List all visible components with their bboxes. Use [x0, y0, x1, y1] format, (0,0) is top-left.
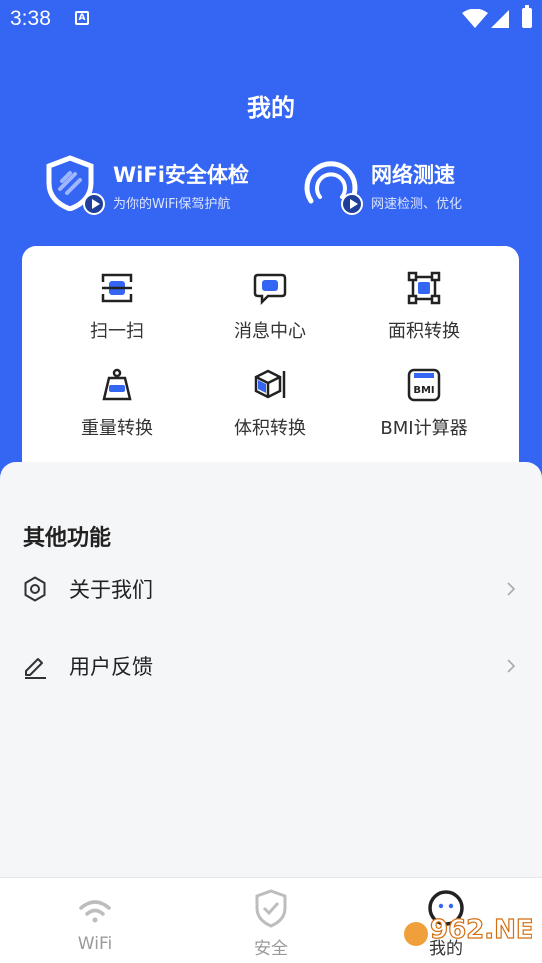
watermark-logo: 962.NET 乐游网 [404, 914, 532, 956]
about-us-label: 关于我们 [69, 578, 153, 602]
tool-area[interactable]: 面积转换 [344, 271, 504, 343]
status-time: 3:38 [10, 7, 51, 30]
feedback-item[interactable]: 用户反馈 [0, 634, 542, 698]
page-title: 我的 [247, 94, 295, 122]
tool-label: BMI计算器 [380, 418, 468, 439]
wifi-icon [79, 900, 111, 923]
tool-message[interactable]: 消息中心 [190, 271, 350, 343]
wifi-check-subtitle: 为你的WiFi保驾护航 [113, 196, 231, 212]
status-signal-icon [491, 10, 509, 28]
svg-text:BMI: BMI [413, 385, 434, 396]
feedback-label: 用户反馈 [69, 655, 153, 679]
area-icon [407, 271, 441, 305]
nav-wifi-label: WiFi [77, 934, 113, 954]
tool-label: 消息中心 [234, 321, 306, 342]
tool-label: 面积转换 [388, 321, 460, 342]
about-us-item[interactable]: 关于我们 [0, 557, 542, 621]
other-functions-panel: 其他功能 关于我们 用户反馈 [0, 462, 542, 882]
tool-bmi[interactable]: BMI BMI计算器 [344, 368, 504, 440]
tool-label: 重量转换 [81, 418, 153, 439]
bmi-icon: BMI [407, 368, 441, 402]
edit-icon [25, 658, 46, 679]
wifi-check-card[interactable]: WiFi安全体检 为你的WiFi保驾护航 [45, 155, 249, 215]
chevron-right-icon [507, 659, 516, 673]
battery-icon [522, 5, 532, 28]
status-bar: 3:38 A [0, 0, 542, 38]
gear-icon [24, 576, 46, 602]
speedometer-icon [303, 155, 363, 215]
scan-icon [101, 273, 133, 303]
shield-check-icon [45, 155, 105, 215]
play-icon [341, 193, 363, 215]
weight-icon [102, 368, 132, 401]
svg-text:乐游网: 乐游网 [472, 942, 511, 956]
nav-security[interactable]: 安全 [211, 888, 331, 959]
speed-test-title: 网络测速 [371, 162, 455, 187]
wifi-check-title: WiFi安全体检 [113, 162, 249, 187]
section-title: 其他功能 [23, 526, 112, 551]
speed-test-subtitle: 网速检测、优化 [371, 196, 463, 212]
message-icon [253, 273, 287, 305]
status-wifi-icon [462, 9, 488, 28]
nav-security-label: 安全 [254, 939, 288, 959]
tool-weight[interactable]: 重量转换 [37, 368, 197, 440]
svg-text:962.NET: 962.NET [430, 915, 532, 945]
shield-icon [255, 889, 287, 928]
tool-label: 扫一扫 [90, 321, 144, 342]
notification-a-icon: A [75, 11, 89, 25]
speed-test-card[interactable]: 网络测速 网速检测、优化 [303, 155, 462, 215]
tool-label: 体积转换 [234, 418, 306, 439]
play-icon [83, 193, 105, 215]
volume-icon [254, 369, 286, 399]
tool-scan[interactable]: 扫一扫 [37, 271, 197, 343]
chevron-right-icon [507, 582, 516, 596]
tool-volume[interactable]: 体积转换 [190, 368, 350, 440]
tools-card: 扫一扫 消息中心 面积转换 重量转换 体积转换 BMI BMI计算器 [22, 246, 519, 486]
nav-wifi[interactable]: WiFi [35, 888, 155, 954]
